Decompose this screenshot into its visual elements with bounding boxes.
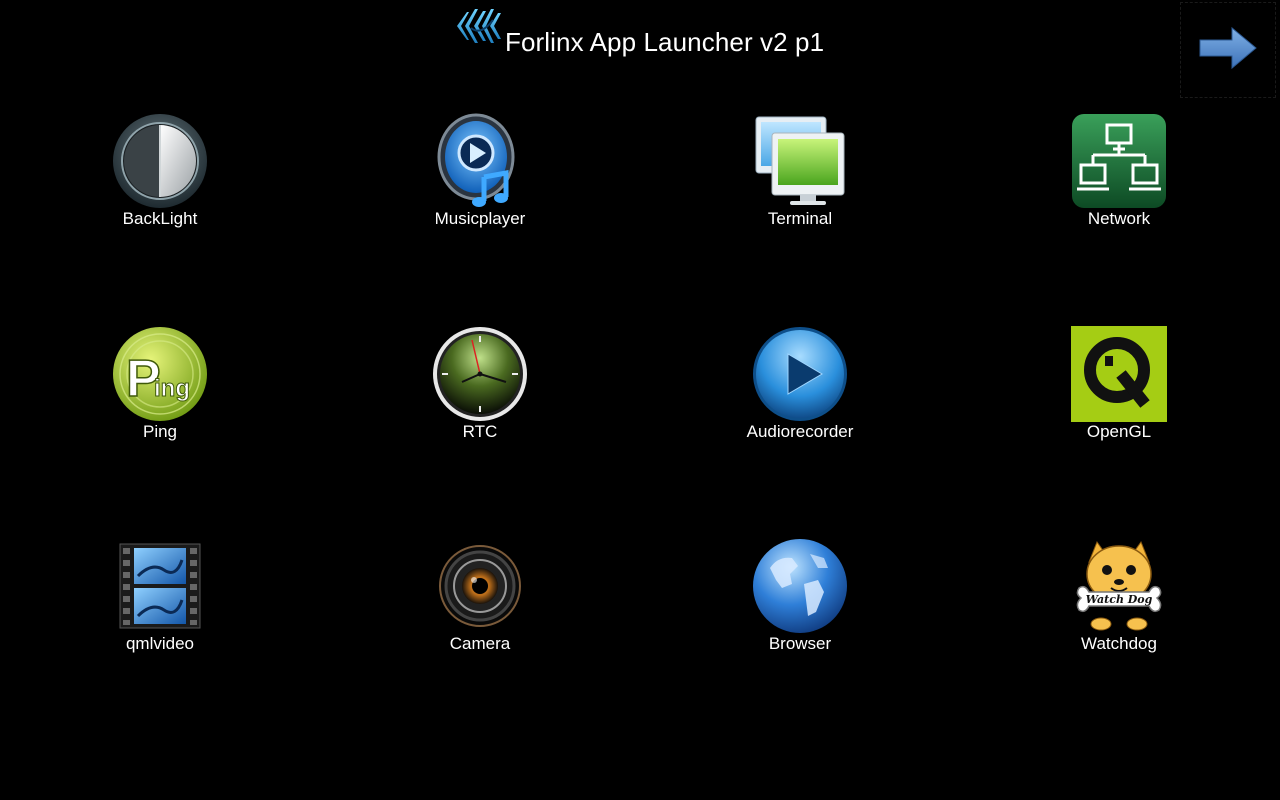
app-label: Audiorecorder <box>746 422 854 441</box>
app-label: qmlvideo <box>125 634 195 653</box>
backlight-icon <box>110 111 210 211</box>
qt-opengl-icon <box>1069 324 1169 424</box>
launcher-screen: Forlinx App Launcher v2 p1 BackLight Mus… <box>0 0 1280 800</box>
clock-icon <box>430 324 530 424</box>
app-audiorecorder[interactable]: Audiorecorder <box>700 324 900 454</box>
app-label: RTC <box>462 422 498 441</box>
film-strip-icon <box>110 536 210 636</box>
app-grid: BackLight Musicplayer Terminal Network P… <box>0 0 1280 800</box>
musicplayer-icon <box>430 111 530 211</box>
svg-text:ing: ing <box>154 375 190 402</box>
app-musicplayer[interactable]: Musicplayer <box>380 111 580 241</box>
watchdog-icon: Watch Dog <box>1069 536 1169 636</box>
app-ping[interactable]: P ing Ping <box>60 324 260 454</box>
svg-text:Watch Dog: Watch Dog <box>1086 593 1153 606</box>
app-rtc[interactable]: RTC <box>380 324 580 454</box>
app-label: Browser <box>768 634 832 653</box>
app-terminal[interactable]: Terminal <box>700 111 900 241</box>
camera-lens-icon <box>430 536 530 636</box>
app-label: Watchdog <box>1081 634 1157 653</box>
network-icon <box>1069 111 1169 211</box>
app-label: Ping <box>142 422 178 441</box>
app-label: BackLight <box>122 209 198 228</box>
play-icon <box>750 324 850 424</box>
app-browser[interactable]: Browser <box>700 536 900 666</box>
app-label: Terminal <box>767 209 833 228</box>
app-camera[interactable]: Camera <box>380 536 580 666</box>
app-backlight[interactable]: BackLight <box>60 111 260 241</box>
app-label: Camera <box>449 634 511 653</box>
terminal-icon <box>750 111 850 211</box>
app-opengl[interactable]: OpenGL <box>1019 324 1219 454</box>
app-watchdog[interactable]: Watch Dog Watchdog <box>1019 536 1219 666</box>
globe-icon <box>750 536 850 636</box>
app-label: Musicplayer <box>434 209 526 228</box>
app-network[interactable]: Network <box>1019 111 1219 241</box>
app-qmlvideo[interactable]: qmlvideo <box>60 536 260 666</box>
app-label: Network <box>1087 209 1151 228</box>
ping-icon: P ing <box>110 324 210 424</box>
app-label: OpenGL <box>1086 422 1152 441</box>
